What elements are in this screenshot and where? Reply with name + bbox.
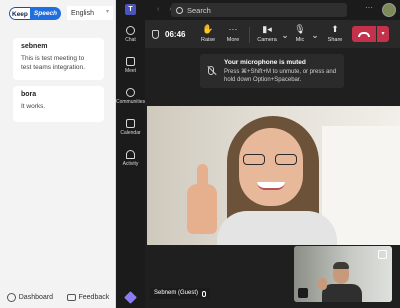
share-label: Share bbox=[327, 37, 343, 43]
rail-item-chat[interactable]: Chat bbox=[116, 26, 145, 43]
message-author: bora bbox=[21, 91, 37, 98]
camera-button[interactable]: ▮◂ Camera bbox=[254, 24, 280, 43]
meeting-controls-bar: 06:46 ✋ Raise ··· More ▮◂ Camera ⌄ 🎙 Mic… bbox=[145, 20, 400, 48]
hang-up-options[interactable]: ▾ bbox=[377, 26, 389, 42]
keepspeech-logo: Keep Speech bbox=[9, 6, 62, 20]
feedback-link[interactable]: Feedback bbox=[66, 293, 110, 301]
chevron-down-icon: ⌄ bbox=[311, 30, 319, 40]
notification-title: Your microphone is muted bbox=[224, 59, 306, 66]
dashboard-link[interactable]: Dashboard bbox=[6, 292, 53, 302]
message-text: This is test meeting to test teams integ… bbox=[21, 55, 85, 71]
apps-icon[interactable] bbox=[124, 291, 137, 304]
teams-top-bar: ‹ › Search ··· bbox=[145, 0, 400, 20]
communities-icon bbox=[126, 88, 135, 97]
transcript-message: sebnem This is test meeting to test team… bbox=[13, 38, 104, 80]
rail-item-communities[interactable]: Communities bbox=[116, 88, 145, 105]
rail-item-calendar[interactable]: Calendar bbox=[116, 119, 145, 136]
search-label: Search bbox=[187, 5, 211, 15]
message-text: It works. bbox=[21, 103, 46, 110]
rail-label: Chat bbox=[125, 37, 136, 43]
dashboard-label: Dashboard bbox=[18, 293, 53, 301]
video-camera-icon bbox=[126, 57, 135, 66]
chevron-down-icon: ⌄ bbox=[281, 30, 289, 40]
hand-icon: ✋ bbox=[202, 24, 214, 34]
mic-off-icon: 🎙 bbox=[294, 24, 306, 34]
panel-footer: Dashboard Feedback bbox=[0, 286, 116, 308]
language-select[interactable]: English ▾ bbox=[67, 6, 114, 20]
self-video-preview[interactable] bbox=[294, 246, 392, 302]
dashboard-icon bbox=[6, 292, 16, 302]
feedback-label: Feedback bbox=[78, 293, 110, 301]
rail-label: Activity bbox=[122, 161, 139, 167]
teams-logo-icon: T bbox=[125, 4, 136, 15]
share-button[interactable]: ⬆ Share bbox=[324, 24, 346, 43]
more-options-icon[interactable]: ··· bbox=[365, 3, 373, 12]
participant-name: Sebnem (Guest) bbox=[154, 290, 199, 296]
search-icon bbox=[176, 6, 183, 14]
bell-icon bbox=[126, 150, 135, 159]
participant-video bbox=[147, 106, 400, 245]
mic-off-icon bbox=[208, 66, 214, 75]
transcript-message: bora It works. bbox=[13, 86, 104, 122]
mic-off-icon bbox=[298, 288, 308, 298]
mic-muted-notification: Your microphone is muted Press ⌘+Shift+M… bbox=[200, 54, 344, 88]
camera-icon: ▮◂ bbox=[262, 24, 272, 34]
raise-label: Raise bbox=[200, 37, 216, 43]
phone-icon bbox=[358, 32, 370, 37]
keepspeech-panel: Keep Speech English ▾ sebnem This is tes… bbox=[0, 0, 116, 308]
share-icon: ⬆ bbox=[331, 24, 339, 34]
participant-name-tag: Sebnem (Guest) bbox=[150, 288, 211, 299]
shield-icon bbox=[152, 30, 159, 39]
raise-hand-button[interactable]: ✋ Raise bbox=[199, 24, 217, 43]
camera-label: Camera bbox=[257, 37, 277, 43]
more-label: More bbox=[226, 37, 240, 43]
hang-up-button[interactable] bbox=[352, 26, 376, 42]
notification-body: Press ⌘+Shift+M to unmute, or press and … bbox=[224, 69, 337, 83]
expand-icon[interactable] bbox=[378, 250, 387, 259]
teams-app-rail: T Chat Meet Communities Calendar Activit… bbox=[116, 0, 145, 308]
divider bbox=[249, 27, 250, 43]
rail-item-meet[interactable]: Meet bbox=[116, 57, 145, 74]
more-dots-icon: ··· bbox=[228, 24, 238, 34]
mic-off-icon bbox=[202, 290, 207, 297]
search-input[interactable]: Search bbox=[171, 3, 347, 17]
chevron-down-icon: ▾ bbox=[381, 31, 385, 37]
chevron-down-icon: ▾ bbox=[106, 9, 110, 15]
camera-options-chevron[interactable]: ⌄ bbox=[281, 30, 289, 43]
chat-icon bbox=[126, 26, 135, 35]
more-button[interactable]: ··· More bbox=[223, 24, 243, 43]
rail-label: Calendar bbox=[120, 130, 141, 136]
message-author: sebnem bbox=[21, 43, 48, 50]
panel-header: Keep Speech English ▾ bbox=[0, 0, 115, 26]
mic-label: Mic bbox=[295, 37, 305, 43]
logo-speech: Speech bbox=[29, 6, 62, 20]
feedback-icon bbox=[66, 293, 76, 301]
avatar[interactable] bbox=[382, 3, 396, 17]
mic-button[interactable]: 🎙 Mic bbox=[292, 24, 308, 43]
language-value: English bbox=[71, 9, 94, 17]
mic-options-chevron[interactable]: ⌄ bbox=[311, 30, 319, 43]
meeting-timer: 06:46 bbox=[165, 30, 186, 39]
rail-item-activity[interactable]: Activity bbox=[116, 150, 145, 167]
meeting-stage: Your microphone is muted Press ⌘+Shift+M… bbox=[145, 48, 400, 308]
calendar-icon bbox=[126, 119, 135, 128]
logo-keep: Keep bbox=[9, 6, 30, 20]
rail-label: Meet bbox=[124, 68, 137, 74]
rail-label: Communities bbox=[116, 99, 146, 105]
